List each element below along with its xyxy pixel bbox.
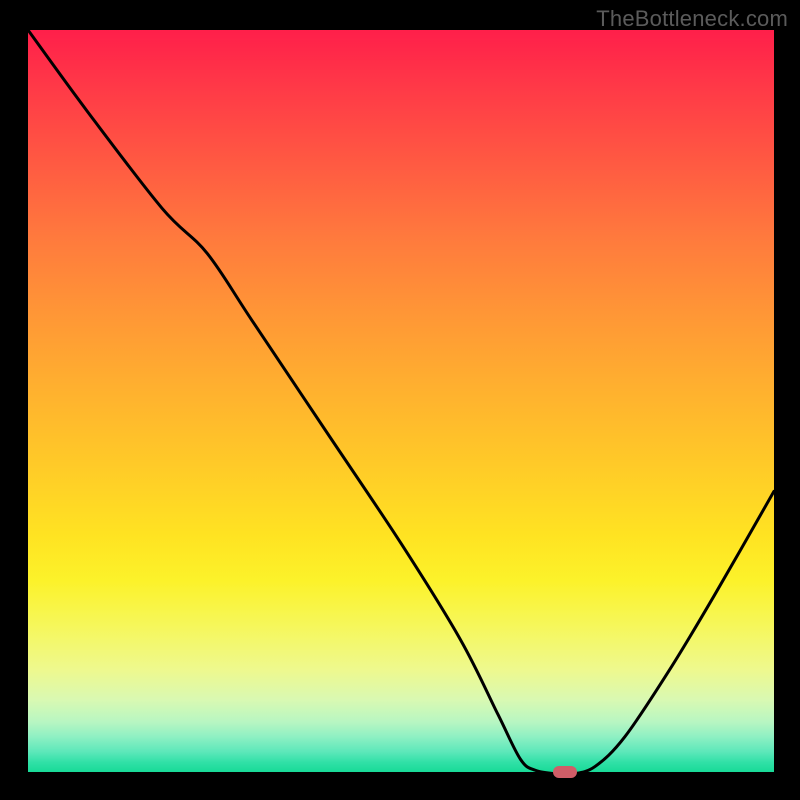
chart-area <box>28 30 774 774</box>
optimal-marker <box>553 766 577 778</box>
chart-curve <box>28 30 774 774</box>
x-axis-line <box>28 772 774 774</box>
watermark-text: TheBottleneck.com <box>596 6 788 32</box>
